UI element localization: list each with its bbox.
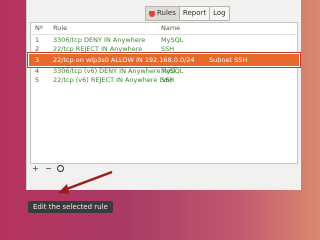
tooltip: Edit the selected rule [28, 201, 113, 213]
annotation-arrow [58, 170, 113, 194]
arrow-shaft [63, 170, 113, 192]
arrow-head [58, 184, 69, 194]
